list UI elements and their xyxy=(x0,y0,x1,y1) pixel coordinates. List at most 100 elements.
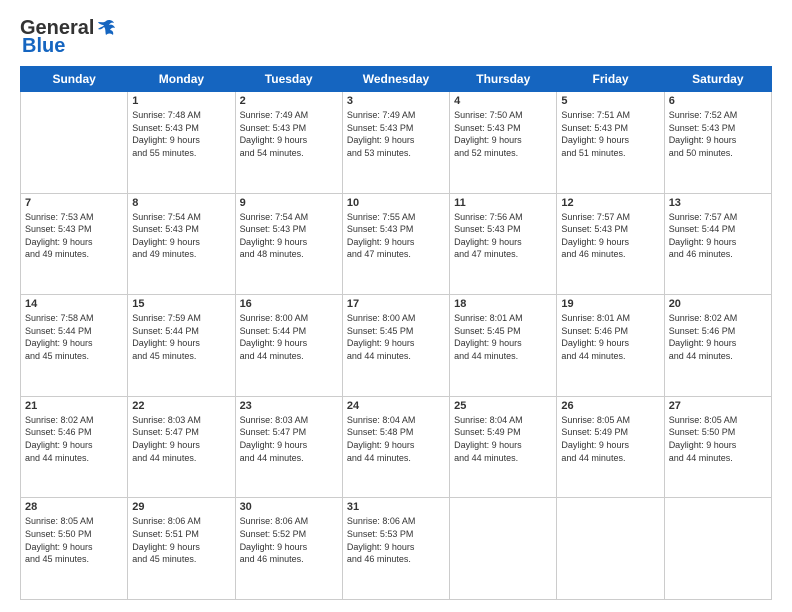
day-number: 15 xyxy=(132,298,230,310)
day-number: 26 xyxy=(561,400,659,412)
weekday-header-sunday: Sunday xyxy=(21,67,128,92)
calendar-cell xyxy=(557,498,664,600)
calendar-cell: 31 Sunrise: 8:06 AMSunset: 5:53 PMDayligh… xyxy=(342,498,449,600)
day-info: Sunrise: 7:57 AMSunset: 5:43 PMDaylight:… xyxy=(561,211,659,261)
calendar-cell: 25 Sunrise: 8:04 AMSunset: 5:49 PMDayligh… xyxy=(450,396,557,498)
day-info: Sunrise: 8:02 AMSunset: 5:46 PMDaylight:… xyxy=(669,312,767,362)
calendar-cell: 18 Sunrise: 8:01 AMSunset: 5:45 PMDayligh… xyxy=(450,295,557,397)
day-info: Sunrise: 7:54 AMSunset: 5:43 PMDaylight:… xyxy=(240,211,338,261)
day-number: 20 xyxy=(669,298,767,310)
header: General Blue xyxy=(20,18,772,56)
calendar-cell: 9Sunrise: 7:54 AMSunset: 5:43 PMDaylight… xyxy=(235,193,342,295)
calendar-cell: 7 Sunrise: 7:53 AMSunset: 5:43 PMDaylight… xyxy=(21,193,128,295)
day-number: 29 xyxy=(132,501,230,513)
day-number: 21 xyxy=(25,400,123,412)
day-number: 14 xyxy=(25,298,123,310)
calendar-week-3: 14 Sunrise: 7:58 AMSunset: 5:44 PMDayligh… xyxy=(21,295,772,397)
calendar-cell xyxy=(21,92,128,194)
day-info: Sunrise: 7:54 AMSunset: 5:43 PMDaylight:… xyxy=(132,211,230,261)
day-number: 3 xyxy=(347,95,445,107)
calendar-cell: 1Sunrise: 7:48 AMSunset: 5:43 PMDaylight… xyxy=(128,92,235,194)
calendar-cell: 17 Sunrise: 8:00 AMSunset: 5:45 PMDayligh… xyxy=(342,295,449,397)
calendar-cell: 8 Sunrise: 7:54 AMSunset: 5:43 PMDaylight… xyxy=(128,193,235,295)
day-info: Sunrise: 7:56 AMSunset: 5:43 PMDaylight:… xyxy=(454,211,552,261)
day-info: Sunrise: 8:05 AMSunset: 5:49 PMDaylight:… xyxy=(561,414,659,464)
calendar-cell: 24Sunrise: 8:04 AMSunset: 5:48 PMDayligh… xyxy=(342,396,449,498)
calendar-cell: 29 Sunrise: 8:06 AMSunset: 5:51 PMDayligh… xyxy=(128,498,235,600)
calendar-cell: 22 Sunrise: 8:03 AMSunset: 5:47 PMDayligh… xyxy=(128,396,235,498)
calendar-cell: 19Sunrise: 8:01 AMSunset: 5:46 PMDayligh… xyxy=(557,295,664,397)
weekday-header-saturday: Saturday xyxy=(664,67,771,92)
weekday-header-thursday: Thursday xyxy=(450,67,557,92)
day-info: Sunrise: 7:55 AMSunset: 5:43 PMDaylight:… xyxy=(347,211,445,261)
day-number: 16 xyxy=(240,298,338,310)
day-info: Sunrise: 7:49 AMSunset: 5:43 PMDaylight:… xyxy=(240,109,338,159)
day-number: 17 xyxy=(347,298,445,310)
calendar-cell: 4 Sunrise: 7:50 AMSunset: 5:43 PMDaylight… xyxy=(450,92,557,194)
day-number: 7 xyxy=(25,197,123,209)
day-number: 8 xyxy=(132,197,230,209)
calendar-cell xyxy=(664,498,771,600)
day-number: 31 xyxy=(347,501,445,513)
day-info: Sunrise: 8:04 AMSunset: 5:49 PMDaylight:… xyxy=(454,414,552,464)
calendar-cell: 12 Sunrise: 7:57 AMSunset: 5:43 PMDayligh… xyxy=(557,193,664,295)
day-info: Sunrise: 8:06 AMSunset: 5:52 PMDaylight:… xyxy=(240,515,338,565)
day-number: 28 xyxy=(25,501,123,513)
day-info: Sunrise: 7:50 AMSunset: 5:43 PMDaylight:… xyxy=(454,109,552,159)
calendar-week-5: 28Sunrise: 8:05 AMSunset: 5:50 PMDayligh… xyxy=(21,498,772,600)
day-info: Sunrise: 7:59 AMSunset: 5:44 PMDaylight:… xyxy=(132,312,230,362)
calendar-cell: 26 Sunrise: 8:05 AMSunset: 5:49 PMDayligh… xyxy=(557,396,664,498)
day-info: Sunrise: 7:52 AMSunset: 5:43 PMDaylight:… xyxy=(669,109,767,159)
calendar-cell: 2 Sunrise: 7:49 AMSunset: 5:43 PMDaylight… xyxy=(235,92,342,194)
day-info: Sunrise: 8:02 AMSunset: 5:46 PMDaylight:… xyxy=(25,414,123,464)
day-info: Sunrise: 7:58 AMSunset: 5:44 PMDaylight:… xyxy=(25,312,123,362)
day-info: Sunrise: 8:01 AMSunset: 5:45 PMDaylight:… xyxy=(454,312,552,362)
day-number: 27 xyxy=(669,400,767,412)
calendar-cell: 30 Sunrise: 8:06 AMSunset: 5:52 PMDayligh… xyxy=(235,498,342,600)
calendar-cell: 11Sunrise: 7:56 AMSunset: 5:43 PMDayligh… xyxy=(450,193,557,295)
calendar-cell: 23 Sunrise: 8:03 AMSunset: 5:47 PMDayligh… xyxy=(235,396,342,498)
day-info: Sunrise: 8:03 AMSunset: 5:47 PMDaylight:… xyxy=(132,414,230,464)
day-number: 18 xyxy=(454,298,552,310)
calendar-cell: 16Sunrise: 8:00 AMSunset: 5:44 PMDayligh… xyxy=(235,295,342,397)
day-info: Sunrise: 7:53 AMSunset: 5:43 PMDaylight:… xyxy=(25,211,123,261)
day-number: 30 xyxy=(240,501,338,513)
day-info: Sunrise: 8:06 AMSunset: 5:53 PMDaylight:… xyxy=(347,515,445,565)
day-number: 22 xyxy=(132,400,230,412)
day-number: 19 xyxy=(561,298,659,310)
day-info: Sunrise: 7:57 AMSunset: 5:44 PMDaylight:… xyxy=(669,211,767,261)
day-info: Sunrise: 7:48 AMSunset: 5:43 PMDaylight:… xyxy=(132,109,230,159)
calendar-cell: 28Sunrise: 8:05 AMSunset: 5:50 PMDayligh… xyxy=(21,498,128,600)
calendar-cell: 6 Sunrise: 7:52 AMSunset: 5:43 PMDaylight… xyxy=(664,92,771,194)
day-number: 5 xyxy=(561,95,659,107)
calendar-week-1: 1Sunrise: 7:48 AMSunset: 5:43 PMDaylight… xyxy=(21,92,772,194)
day-number: 12 xyxy=(561,197,659,209)
weekday-header-wednesday: Wednesday xyxy=(342,67,449,92)
logo-blue-text: Blue xyxy=(20,36,65,56)
calendar-cell: 10Sunrise: 7:55 AMSunset: 5:43 PMDayligh… xyxy=(342,193,449,295)
day-number: 23 xyxy=(240,400,338,412)
day-number: 6 xyxy=(669,95,767,107)
calendar-cell: 20 Sunrise: 8:02 AMSunset: 5:46 PMDayligh… xyxy=(664,295,771,397)
weekday-header-friday: Friday xyxy=(557,67,664,92)
calendar-cell: 5 Sunrise: 7:51 AMSunset: 5:43 PMDaylight… xyxy=(557,92,664,194)
weekday-header-monday: Monday xyxy=(128,67,235,92)
day-number: 13 xyxy=(669,197,767,209)
day-info: Sunrise: 8:05 AMSunset: 5:50 PMDaylight:… xyxy=(669,414,767,464)
day-number: 25 xyxy=(454,400,552,412)
day-number: 4 xyxy=(454,95,552,107)
calendar-cell: 15 Sunrise: 7:59 AMSunset: 5:44 PMDayligh… xyxy=(128,295,235,397)
calendar-cell: 21 Sunrise: 8:02 AMSunset: 5:46 PMDayligh… xyxy=(21,396,128,498)
day-info: Sunrise: 7:51 AMSunset: 5:43 PMDaylight:… xyxy=(561,109,659,159)
calendar-cell: 3 Sunrise: 7:49 AMSunset: 5:43 PMDaylight… xyxy=(342,92,449,194)
day-info: Sunrise: 8:03 AMSunset: 5:47 PMDaylight:… xyxy=(240,414,338,464)
day-info: Sunrise: 8:04 AMSunset: 5:48 PMDaylight:… xyxy=(347,414,445,464)
day-info: Sunrise: 7:49 AMSunset: 5:43 PMDaylight:… xyxy=(347,109,445,159)
calendar-week-4: 21 Sunrise: 8:02 AMSunset: 5:46 PMDayligh… xyxy=(21,396,772,498)
day-info: Sunrise: 8:00 AMSunset: 5:45 PMDaylight:… xyxy=(347,312,445,362)
calendar-cell: 27 Sunrise: 8:05 AMSunset: 5:50 PMDayligh… xyxy=(664,396,771,498)
page: General Blue SundayMondayTuesdayWednesda… xyxy=(0,0,792,612)
day-number: 2 xyxy=(240,95,338,107)
calendar-cell: 13 Sunrise: 7:57 AMSunset: 5:44 PMDayligh… xyxy=(664,193,771,295)
day-info: Sunrise: 8:06 AMSunset: 5:51 PMDaylight:… xyxy=(132,515,230,565)
